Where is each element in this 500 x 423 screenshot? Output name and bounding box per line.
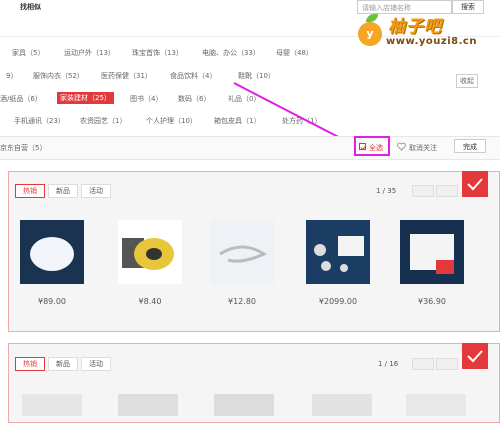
jd-self-operated-filter[interactable]: 京东自营（5） <box>0 143 46 153</box>
tab-hot[interactable]: 热销 <box>15 184 45 198</box>
product-price: ¥12.80 <box>228 297 256 306</box>
select-all-checkbox[interactable] <box>359 143 367 151</box>
product-price: ¥2099.00 <box>318 297 358 306</box>
panel-light-set-image <box>306 220 370 284</box>
check-icon <box>467 178 483 191</box>
product-image[interactable] <box>400 220 464 284</box>
prev-page-button[interactable] <box>412 358 434 370</box>
product-image[interactable] <box>210 220 274 284</box>
product-image[interactable] <box>406 394 466 416</box>
wall-socket-image <box>400 220 464 284</box>
product-price: ¥8.40 <box>138 297 162 306</box>
product-image[interactable] <box>20 220 84 284</box>
done-button[interactable]: 完成 <box>454 139 486 153</box>
panel-selected-corner[interactable] <box>462 343 488 369</box>
unfollow-button[interactable]: 取消关注 <box>409 143 437 153</box>
product-price: ¥89.00 <box>38 297 66 306</box>
led-strip-image <box>118 220 182 284</box>
product-image[interactable] <box>118 220 182 284</box>
heart-icon <box>397 142 406 151</box>
led-light-strip-image <box>210 220 274 284</box>
tab-activity[interactable]: 活动 <box>81 184 111 198</box>
next-page-button[interactable] <box>436 185 458 197</box>
product-price: ¥36.90 <box>418 297 446 306</box>
prev-page-button[interactable] <box>412 185 434 197</box>
page-indicator: 1 / 35 <box>376 187 397 195</box>
panel-selected-corner[interactable] <box>462 171 488 197</box>
check-icon <box>360 144 367 151</box>
next-page-button[interactable] <box>436 358 458 370</box>
tab-activity[interactable]: 活动 <box>81 357 111 371</box>
product-image[interactable] <box>214 394 274 416</box>
select-all-label[interactable]: 全选 <box>369 143 383 153</box>
product-image[interactable] <box>306 220 370 284</box>
tab-hot[interactable]: 热销 <box>15 357 45 371</box>
product-image[interactable] <box>22 394 82 416</box>
product-image[interactable] <box>118 394 178 416</box>
tab-new[interactable]: 新品 <box>48 357 78 371</box>
product-image[interactable] <box>312 394 372 416</box>
ceiling-lamp-image <box>20 220 84 284</box>
page-indicator: 1 / 16 <box>378 360 399 368</box>
check-icon <box>467 350 483 363</box>
tab-new[interactable]: 新品 <box>48 184 78 198</box>
